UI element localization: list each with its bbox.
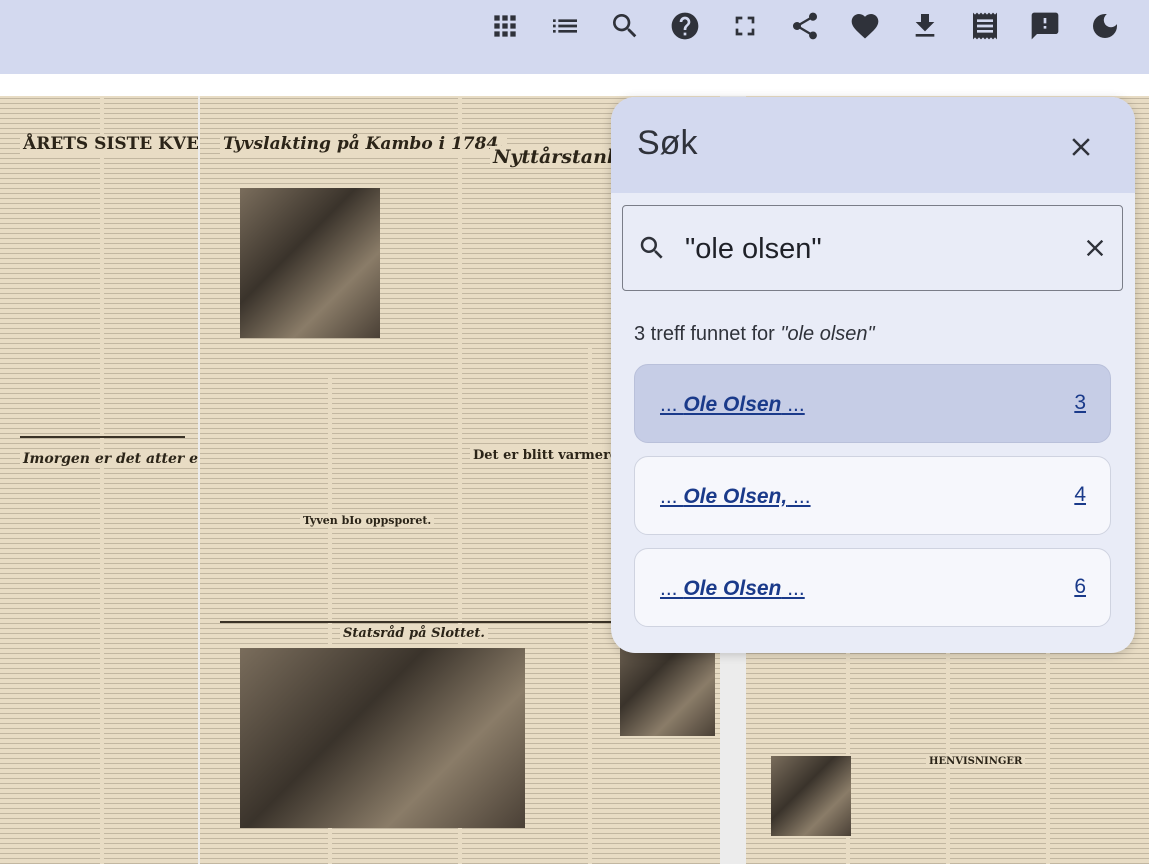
headline-tyvslakting: Tyvslakting på Kambo i 1784.: [220, 134, 508, 154]
close-icon[interactable]: [1059, 125, 1103, 169]
photo-statsrad: [240, 648, 525, 828]
headline-henvisninger: HENVISNINGER: [926, 756, 1026, 767]
favorite-icon[interactable]: [843, 4, 887, 48]
result-query: "ole olsen": [780, 323, 875, 345]
share-icon[interactable]: [783, 4, 827, 48]
fullscreen-icon[interactable]: [723, 4, 767, 48]
search-input[interactable]: [685, 224, 1065, 274]
illustration-madonna: [240, 188, 380, 338]
search-hit[interactable]: ... Ole Olsen, ... 4: [634, 456, 1111, 535]
search-panel: Søk 3 treff funnet for "ole olsen" ... O…: [611, 97, 1135, 653]
search-hit-page[interactable]: 3: [1074, 391, 1086, 415]
list-view-icon[interactable]: [543, 4, 587, 48]
dark-mode-icon[interactable]: [1083, 4, 1127, 48]
search-hit[interactable]: ... Ole Olsen ... 6: [634, 548, 1111, 627]
top-toolbar: [0, 0, 1149, 74]
clear-search-icon[interactable]: [1073, 226, 1117, 270]
grid-view-icon[interactable]: [483, 4, 527, 48]
search-field: [622, 205, 1123, 291]
newspaper-page-left: ÅRETS SISTE KVELD Imorgen er det atter e…: [0, 96, 198, 864]
search-hit-snippet[interactable]: ... Ole Olsen, ...: [660, 485, 811, 509]
feedback-icon[interactable]: [1023, 4, 1067, 48]
search-hit-page[interactable]: 4: [1074, 483, 1086, 507]
illustration-right: [771, 756, 851, 836]
headline-imorgen: Imorgen er det atter en dag: [20, 451, 198, 467]
headline-arets-siste-kveld: ÅRETS SISTE KVELD: [20, 134, 198, 154]
headline-tyven: Tyven bIo oppsporet.: [300, 514, 435, 527]
photo-caption-statsrad: Statsråd på Slottet.: [340, 626, 488, 641]
search-hit-snippet[interactable]: ... Ole Olsen ...: [660, 393, 805, 417]
help-icon[interactable]: [663, 4, 707, 48]
result-count: 3 treff funnet for "ole olsen": [634, 323, 875, 345]
search-icon: [637, 233, 667, 263]
search-hit-page[interactable]: 6: [1074, 575, 1086, 599]
search-panel-title: Søk: [637, 124, 698, 162]
search-hit-snippet[interactable]: ... Ole Olsen ...: [660, 577, 805, 601]
receipt-icon[interactable]: [963, 4, 1007, 48]
search-icon[interactable]: [603, 4, 647, 48]
search-hit[interactable]: ... Ole Olsen ... 3: [634, 364, 1111, 443]
search-panel-header: Søk: [611, 97, 1135, 193]
download-icon[interactable]: [903, 4, 947, 48]
